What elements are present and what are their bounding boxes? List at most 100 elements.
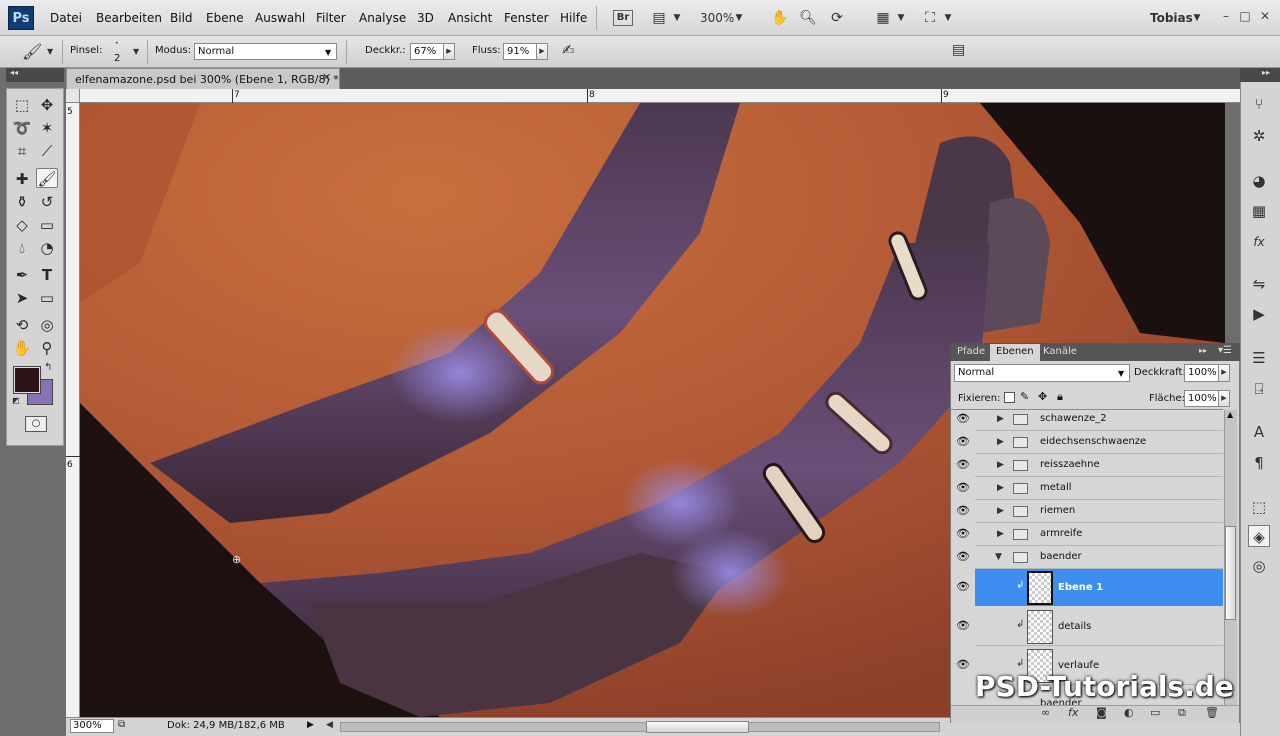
chevron-down-icon[interactable]: ▼ <box>133 47 139 56</box>
actions-panel-icon[interactable]: ▶ <box>1248 303 1270 325</box>
horizontal-scrollbar-track[interactable] <box>340 722 940 732</box>
group-expand-icon[interactable]: ▶ <box>997 437 1004 447</box>
panel-collapse-icon[interactable]: ▸▸ <box>1199 346 1207 355</box>
mini-bridge-icon[interactable]: ⑂ <box>1248 93 1270 115</box>
brush-size[interactable]: 2 <box>114 53 120 64</box>
flow-slider-button[interactable]: ▶ <box>537 43 548 60</box>
swap-colors-icon[interactable]: ↰ <box>44 362 52 373</box>
fill-slider-button[interactable]: ▶ <box>1219 390 1230 407</box>
menu-bearbeiten[interactable]: Bearbeiten <box>96 11 162 25</box>
visibility-eye-icon[interactable]: 👁︎ <box>952 481 974 494</box>
fill-field[interactable]: 100% <box>1184 390 1219 407</box>
zoom-select[interactable]: 300% <box>700 11 734 25</box>
lasso-tool-icon[interactable]: ➰ <box>11 118 33 138</box>
layers-panel-icon[interactable]: ◈ <box>1248 525 1270 547</box>
visibility-eye-icon[interactable]: 👁︎ <box>952 580 974 593</box>
blur-tool-icon[interactable]: 💧︎ <box>11 238 33 258</box>
visibility-eye-icon[interactable]: 👁︎ <box>952 527 974 540</box>
expand-icon[interactable]: ▸▸ <box>1262 68 1270 77</box>
close-document-icon[interactable]: ✕ <box>322 71 331 84</box>
group-expand-icon[interactable]: ▶ <box>997 414 1004 424</box>
flow-field[interactable]: 91% <box>503 43 537 60</box>
hand-icon[interactable]: ✋ <box>770 9 790 27</box>
path-selection-tool-icon[interactable]: ➤ <box>11 288 33 308</box>
menu-bild[interactable]: Bild <box>170 11 193 25</box>
tab-ebenen[interactable]: Ebenen <box>990 344 1040 361</box>
marquee-tool-icon[interactable]: ⬚ <box>11 95 33 115</box>
3d-rotate-tool-icon[interactable]: ⟲ <box>11 315 33 335</box>
styles-panel-icon[interactable]: fx <box>1248 231 1270 253</box>
crop-tool-icon[interactable]: ⌗ <box>11 141 33 161</box>
rotate-view-icon[interactable]: ⟳ <box>827 9 847 27</box>
dodge-tool-icon[interactable]: ◔ <box>36 238 58 258</box>
swatches-panel-icon[interactable]: ▦ <box>1248 200 1270 222</box>
chevron-down-icon[interactable]: ▼ <box>47 47 53 56</box>
menu-auswahl[interactable]: Auswahl <box>255 11 305 25</box>
clone-stamp-tool-icon[interactable]: ⚱ <box>11 192 33 212</box>
menu-hilfe[interactable]: Hilfe <box>560 11 587 25</box>
zoom-tool-icon[interactable]: ⚲ <box>36 338 58 358</box>
character-panel-icon[interactable]: A <box>1248 421 1270 443</box>
status-menu-arrow-icon[interactable]: ▶ <box>307 720 314 730</box>
visibility-eye-icon[interactable]: 👁︎ <box>952 458 974 471</box>
link-layers-icon[interactable]: ∞ <box>1041 706 1050 719</box>
type-tool-icon[interactable]: T <box>36 265 58 285</box>
status-info-icon[interactable]: ⧉ <box>118 719 125 730</box>
foreground-color-swatch[interactable] <box>13 366 41 394</box>
chevron-down-icon[interactable]: ▼ <box>1192 9 1202 27</box>
chevron-down-icon[interactable]: ▼ <box>1118 369 1124 378</box>
layers-scrollbar-thumb[interactable] <box>1225 526 1236 620</box>
bridge-button[interactable]: Br <box>613 10 633 26</box>
zoom-field[interactable]: 300% <box>70 719 114 733</box>
delete-layer-icon[interactable]: 🗑︎ <box>1205 706 1219 719</box>
visibility-eye-icon[interactable]: 👁︎ <box>952 550 974 563</box>
tab-kanaele[interactable]: Kanäle <box>1037 344 1083 361</box>
healing-brush-tool-icon[interactable]: ✚ <box>11 169 33 189</box>
menu-datei[interactable]: Datei <box>50 11 82 25</box>
close-icon[interactable]: ✕ <box>1257 8 1273 24</box>
quick-mask-icon[interactable]: ○ <box>25 416 47 432</box>
scroll-up-icon[interactable]: ▲ <box>1227 410 1233 419</box>
ruler-origin[interactable] <box>66 89 80 103</box>
brush-preview-dot[interactable]: • <box>115 40 119 47</box>
pen-tool-icon[interactable]: ✒ <box>11 265 33 285</box>
magic-wand-tool-icon[interactable]: ✶ <box>36 118 58 138</box>
menu-fenster[interactable]: Fenster <box>504 11 549 25</box>
brush-panel-icon[interactable]: ▤ <box>952 42 965 58</box>
layer-mask-icon[interactable]: ◙ <box>1096 706 1107 719</box>
group-collapse-icon[interactable]: ▼ <box>995 552 1002 562</box>
chevron-down-icon[interactable]: ▼ <box>943 9 953 27</box>
scroll-left-icon[interactable]: ◀ <box>326 720 333 730</box>
paragraph-panel-icon[interactable]: ¶ <box>1248 452 1270 474</box>
filmstrip-icon[interactable]: ▤ <box>648 9 670 27</box>
hand-tool-icon[interactable]: ✋ <box>11 338 33 358</box>
new-layer-icon[interactable]: ⧉ <box>1178 706 1186 720</box>
brush-tool-icon[interactable]: 🖌︎ <box>22 42 42 61</box>
eyedropper-tool-icon[interactable]: ⟋ <box>36 141 58 161</box>
layer-opacity-slider-button[interactable]: ▶ <box>1219 364 1230 382</box>
gradient-tool-icon[interactable]: ▭ <box>36 215 58 235</box>
collapse-icon[interactable]: ◂◂ <box>10 68 18 77</box>
zoom-icon[interactable]: 🔍︎ <box>798 9 818 27</box>
dock-header[interactable] <box>1240 68 1280 82</box>
shape-tool-icon[interactable]: ▭ <box>36 288 58 308</box>
new-group-icon[interactable]: ▭ <box>1150 706 1160 719</box>
lock-transparency-icon[interactable] <box>1004 392 1015 403</box>
layer-thumbnail[interactable] <box>1027 610 1053 644</box>
opacity-field[interactable]: 67% <box>410 43 444 60</box>
3d-orbit-tool-icon[interactable]: ◎ <box>36 315 58 335</box>
group-expand-icon[interactable]: ▶ <box>997 529 1004 539</box>
blend-mode-select[interactable]: Normal <box>954 364 1130 382</box>
user-name[interactable]: Tobias <box>1150 11 1193 25</box>
adjustment-layer-icon[interactable]: ◐ <box>1124 706 1134 719</box>
menu-3d[interactable]: 3D <box>417 11 434 25</box>
arrange-documents-icon[interactable]: ▦ <box>873 9 893 27</box>
eraser-tool-icon[interactable]: ◇ <box>11 215 33 235</box>
horizontal-scrollbar-thumb[interactable] <box>646 721 749 733</box>
airbrush-icon[interactable]: ✍︎ <box>562 41 575 59</box>
layer-row[interactable] <box>975 607 1223 646</box>
group-expand-icon[interactable]: ▶ <box>997 483 1004 493</box>
mode-select[interactable]: Normal <box>194 43 337 60</box>
group-expand-icon[interactable]: ▶ <box>997 460 1004 470</box>
navigator-icon[interactable]: ✲ <box>1248 125 1270 147</box>
